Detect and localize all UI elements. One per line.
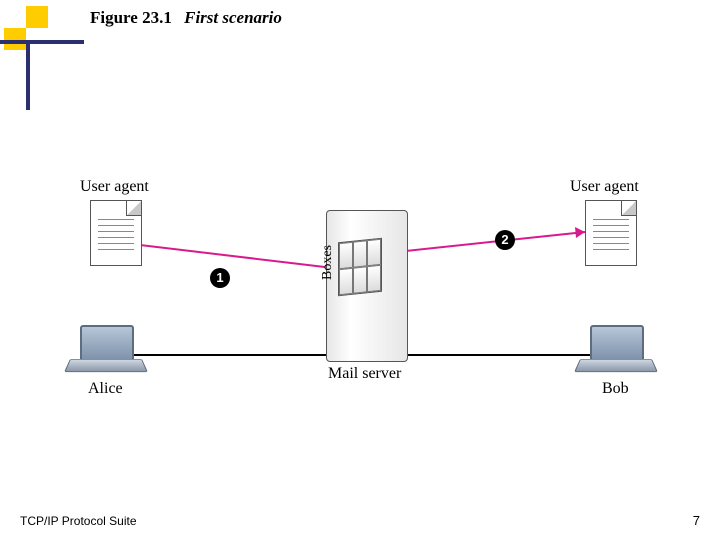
label-alice: Alice [88,380,123,398]
label-bob: Bob [602,380,629,398]
figure-caption: First scenario [184,8,282,27]
step-badge-1: 1 [210,268,230,288]
accent-bar [26,40,30,110]
footer-text: TCP/IP Protocol Suite [20,514,137,528]
diagram-canvas: User agent Alice User agent Bob Boxes Ma… [50,170,670,420]
accent-bar [0,40,84,44]
accent-square-icon [4,28,26,50]
document-icon [585,200,637,266]
document-lines-icon [98,219,134,255]
document-lines-icon [593,219,629,255]
slide-header: Figure 23.1 First scenario [0,0,720,55]
page-number: 7 [693,513,700,528]
mailboxes-icon [338,238,382,297]
document-icon [90,200,142,266]
label-user-agent-left: User agent [80,178,149,196]
label-boxes: Boxes [320,245,336,280]
laptop-icon [70,325,140,375]
label-mail-server: Mail server [328,365,401,383]
step-badge-2: 2 [495,230,515,250]
figure-number: Figure 23.1 [90,8,172,27]
accent-square-icon [26,6,48,28]
label-user-agent-right: User agent [570,178,639,196]
laptop-icon [580,325,650,375]
figure-title: Figure 23.1 First scenario [90,8,282,28]
